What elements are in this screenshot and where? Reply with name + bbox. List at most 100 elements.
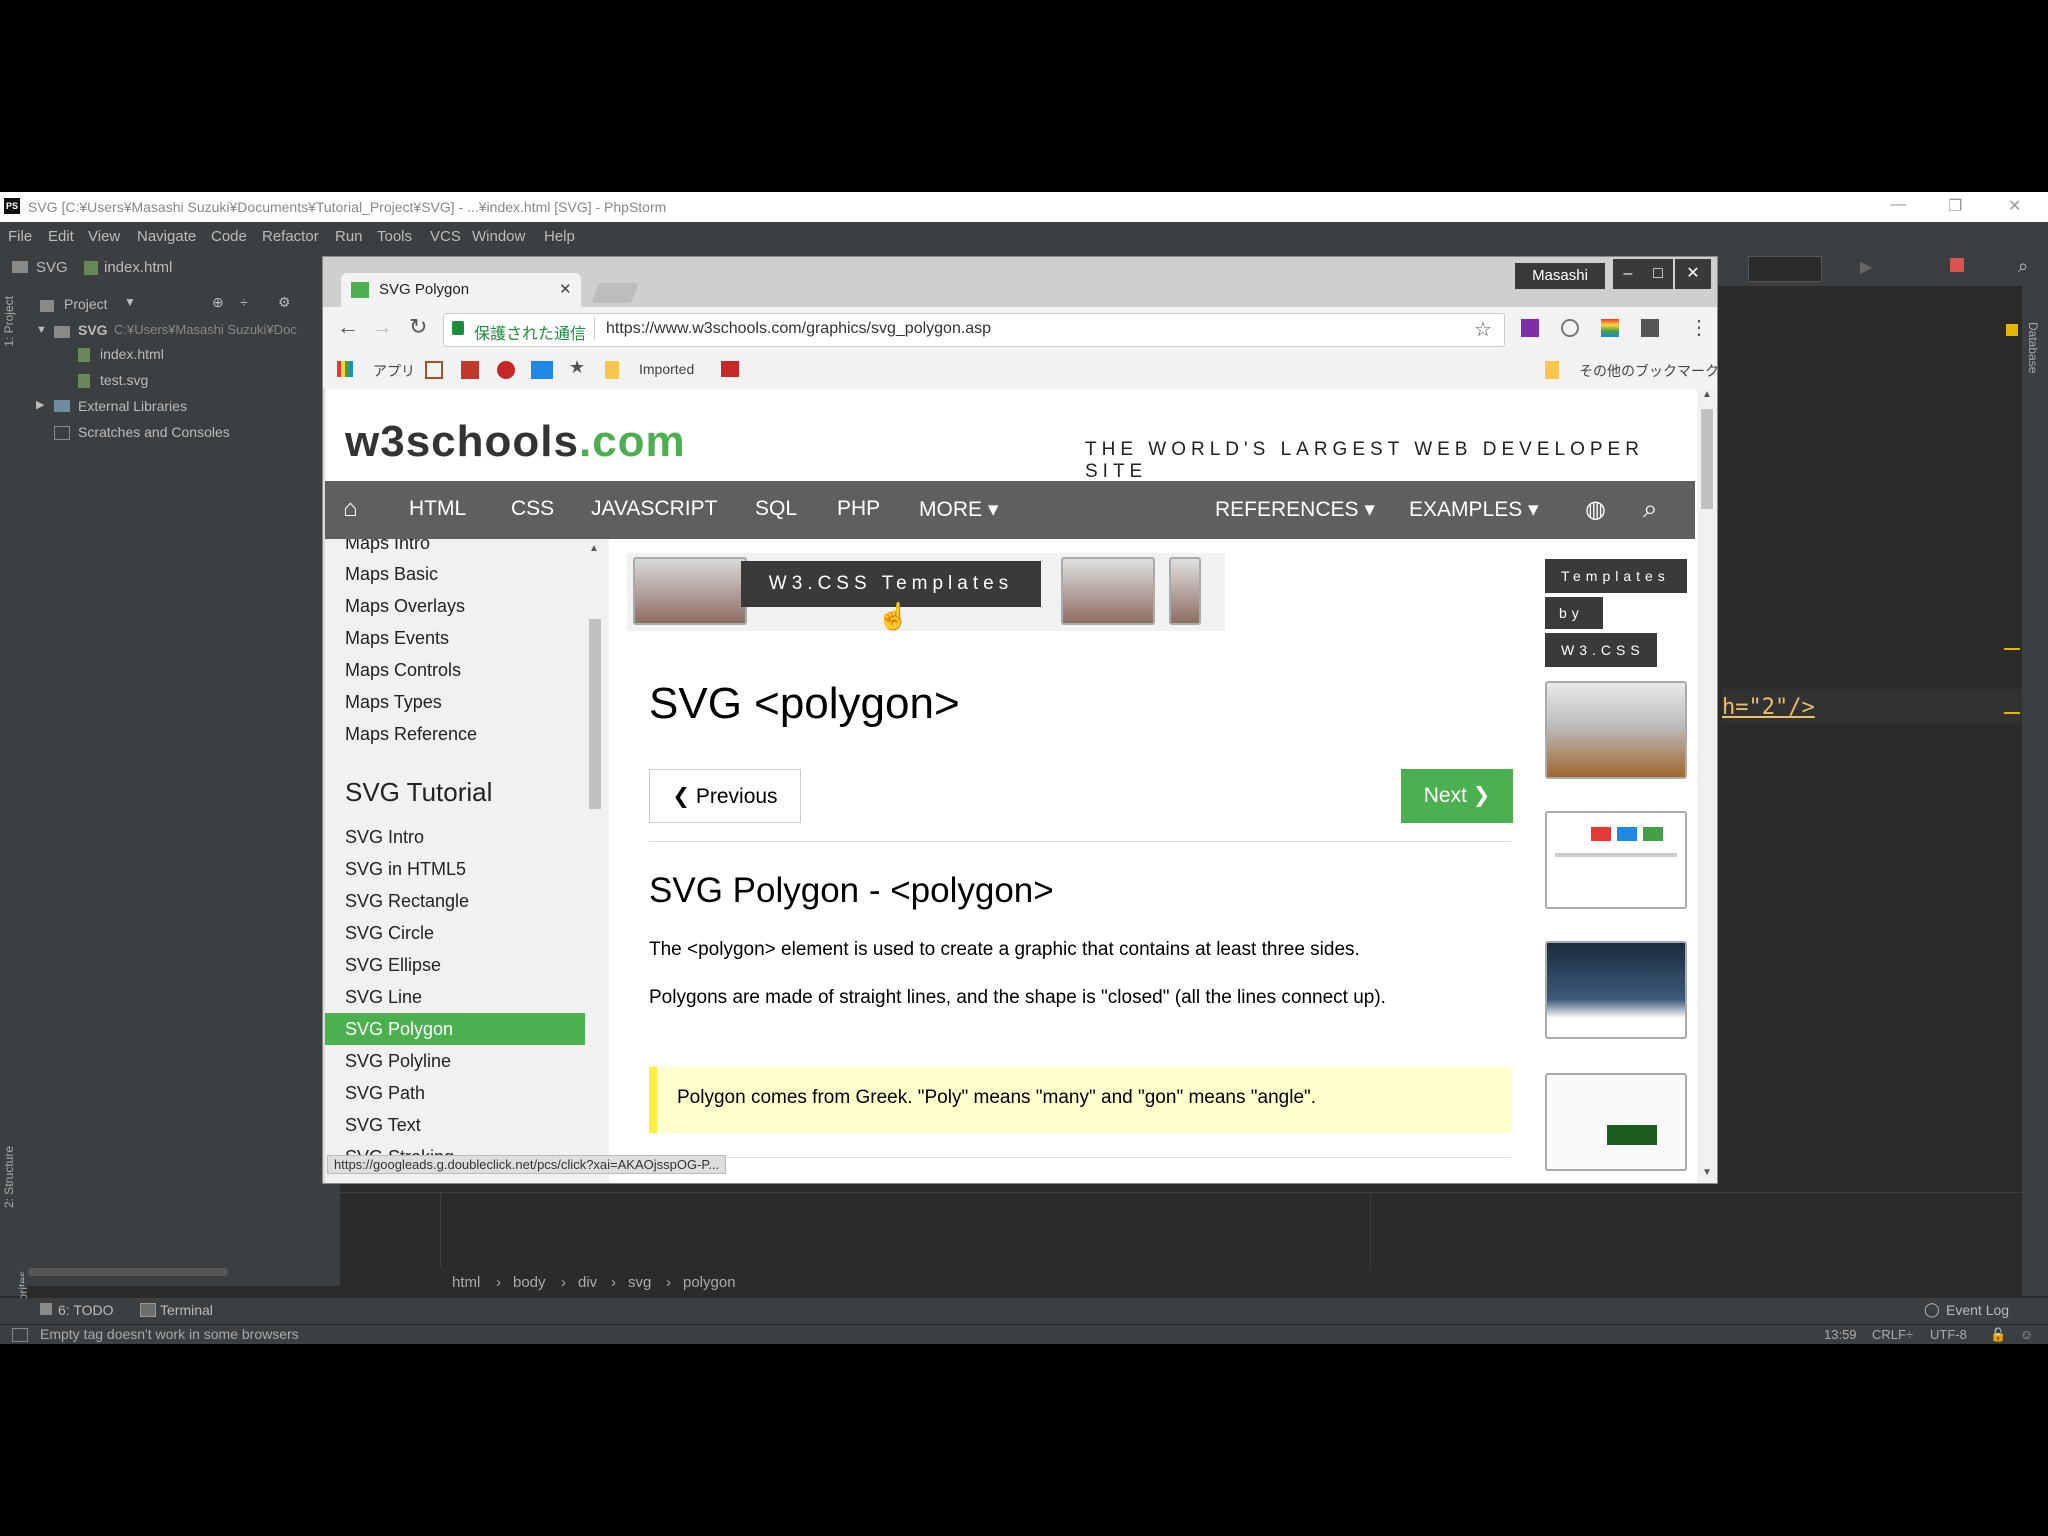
tree-file-index[interactable]: index.html: [100, 346, 164, 362]
menu-refactor[interactable]: Refactor: [262, 228, 319, 245]
sidebar-item-svg-html5[interactable]: SVG in HTML5: [345, 859, 605, 880]
extension-icon[interactable]: [1601, 319, 1619, 337]
toolbar-icon[interactable]: [1950, 258, 1964, 272]
nav-project[interactable]: SVG: [36, 259, 68, 276]
folder-icon[interactable]: [605, 361, 619, 379]
menu-vcs[interactable]: VCS: [430, 228, 461, 245]
bookmark-apps[interactable]: アプリ: [373, 361, 415, 381]
nav-javascript[interactable]: JAVASCRIPT: [591, 497, 717, 521]
sidebar-item-maps-overlays[interactable]: Maps Overlays: [345, 596, 605, 617]
run-config-select[interactable]: [1748, 256, 1822, 282]
search-icon[interactable]: ⌕: [1643, 493, 1658, 525]
structure-tool-label[interactable]: 2: Structure: [2, 1146, 16, 1208]
nav-examples[interactable]: EXAMPLES ▾: [1409, 497, 1539, 522]
tree-root[interactable]: SVG: [78, 322, 108, 338]
tree-scratches[interactable]: Scratches and Consoles: [78, 424, 230, 440]
line-separator[interactable]: CRLF÷: [1872, 1327, 1913, 1342]
tree-file-test[interactable]: test.svg: [100, 372, 148, 388]
nav-file[interactable]: index.html: [104, 259, 172, 276]
file-encoding[interactable]: UTF-8: [1930, 1327, 1967, 1342]
sidebar-item-maps-intro[interactable]: Maps Intro: [345, 539, 605, 554]
back-arrow-icon[interactable]: ←: [337, 314, 359, 340]
apps-icon[interactable]: [337, 361, 353, 377]
run-icon[interactable]: ▶: [1860, 257, 1872, 277]
code-fragment[interactable]: h="2"/>: [1722, 695, 1815, 720]
breadcrumb-div[interactable]: div: [578, 1274, 597, 1291]
address-bar[interactable]: 保護された通信 https://www.w3schools.com/graphi…: [443, 313, 1505, 347]
restore-icon[interactable]: ❐: [1948, 196, 1962, 216]
menu-help[interactable]: Help: [544, 228, 575, 245]
project-panel-label[interactable]: Project: [64, 296, 108, 312]
sidebar-item-maps-types[interactable]: Maps Types: [345, 692, 605, 713]
browser-tab[interactable]: SVG Polygon ✕: [341, 273, 581, 307]
breadcrumb-html[interactable]: html: [452, 1274, 480, 1291]
calendar-extension-icon[interactable]: [1641, 319, 1659, 337]
template-thumbnail[interactable]: [1545, 811, 1687, 909]
breadcrumb-polygon[interactable]: polygon: [683, 1274, 736, 1291]
bookmark-g-icon[interactable]: [461, 361, 479, 379]
sync-icon[interactable]: ⊕: [212, 294, 224, 311]
star-icon[interactable]: ☆: [1474, 317, 1492, 342]
inspector-icon[interactable]: ☺: [2020, 1327, 2033, 1342]
sidebar-item-svg-path[interactable]: SVG Path: [345, 1083, 605, 1104]
menu-window[interactable]: Window: [472, 228, 525, 245]
collapse-icon[interactable]: ÷: [240, 294, 248, 310]
scroll-up-icon[interactable]: ▲: [1702, 389, 1712, 400]
new-tab-button[interactable]: [591, 283, 639, 303]
menu-run[interactable]: Run: [335, 228, 363, 245]
bookmark-icon[interactable]: [721, 361, 739, 377]
tab-close-icon[interactable]: ✕: [559, 280, 572, 298]
nav-references[interactable]: REFERENCES ▾: [1215, 497, 1375, 522]
url-text[interactable]: https://www.w3schools.com/graphics/svg_p…: [606, 320, 991, 338]
nav-more[interactable]: MORE ▾: [919, 497, 998, 522]
editor-bottom-area[interactable]: [340, 1192, 2022, 1269]
scroll-down-icon[interactable]: ▼: [1702, 1167, 1712, 1178]
project-tool-label[interactable]: 1: Project: [2, 296, 16, 347]
minimize-icon[interactable]: –: [1613, 259, 1643, 289]
page-scrollbar-track[interactable]: ▲ ▼: [1697, 389, 1717, 1183]
template-thumbnail[interactable]: [1545, 941, 1687, 1039]
sidebar-item-svg-polygon[interactable]: SVG Polygon: [345, 1019, 605, 1040]
error-stripe-mark[interactable]: [2004, 648, 2020, 650]
sidebar-scrollbar[interactable]: [589, 619, 601, 809]
sidebar-item-svg-ellipse[interactable]: SVG Ellipse: [345, 955, 605, 976]
template-thumbnail[interactable]: [1545, 681, 1687, 779]
bookmark-icon[interactable]: [531, 361, 553, 379]
star-icon[interactable]: ★: [569, 357, 585, 378]
chevron-down-icon[interactable]: ▼: [124, 295, 136, 309]
folder-icon[interactable]: [1545, 361, 1559, 379]
side-ad-label-1[interactable]: Templates: [1545, 559, 1687, 593]
extension-icon[interactable]: [1561, 319, 1579, 337]
ad-image[interactable]: [1169, 557, 1201, 625]
terminal-tab[interactable]: Terminal: [160, 1302, 213, 1318]
side-ad-label-3[interactable]: W3.CSS: [1545, 633, 1657, 667]
nav-css[interactable]: CSS: [511, 497, 554, 521]
scroll-up-icon[interactable]: ▲: [589, 543, 599, 554]
sidebar-item-svg-line[interactable]: SVG Line: [345, 987, 605, 1008]
onenote-extension-icon[interactable]: [1521, 319, 1539, 337]
todo-tab[interactable]: 6: TODO: [58, 1302, 114, 1318]
globe-icon[interactable]: ◍: [1585, 495, 1606, 524]
lock-icon[interactable]: 🔓: [1990, 1327, 2006, 1343]
menu-code[interactable]: Code: [211, 228, 247, 245]
maximize-icon[interactable]: □: [1643, 259, 1673, 289]
minimize-icon[interactable]: —: [1890, 196, 1906, 214]
breadcrumb-body[interactable]: body: [513, 1274, 546, 1291]
previous-button[interactable]: ❮ Previous: [649, 769, 801, 823]
sidebar-item-maps-basic[interactable]: Maps Basic: [345, 564, 605, 585]
forward-arrow-icon[interactable]: →: [371, 314, 393, 340]
sidebar-item-maps-controls[interactable]: Maps Controls: [345, 660, 605, 681]
close-icon[interactable]: ✕: [1675, 259, 1711, 289]
database-tool-label[interactable]: Database: [2026, 322, 2040, 373]
sidebar-item-svg-circle[interactable]: SVG Circle: [345, 923, 605, 944]
event-log-tab[interactable]: Event Log: [1946, 1302, 2009, 1318]
ad-image[interactable]: [633, 557, 747, 625]
template-thumbnail[interactable]: [1545, 1073, 1687, 1171]
sidebar-item-svg-polyline[interactable]: SVG Polyline: [345, 1051, 605, 1072]
search-icon[interactable]: ⌕: [2018, 256, 2028, 277]
caret-position[interactable]: 13:59: [1824, 1327, 1857, 1342]
menu-view[interactable]: View: [88, 228, 120, 245]
home-icon[interactable]: ⌂: [343, 495, 358, 523]
ad-image[interactable]: [1061, 557, 1155, 625]
side-ad-label-2[interactable]: by: [1545, 597, 1603, 629]
